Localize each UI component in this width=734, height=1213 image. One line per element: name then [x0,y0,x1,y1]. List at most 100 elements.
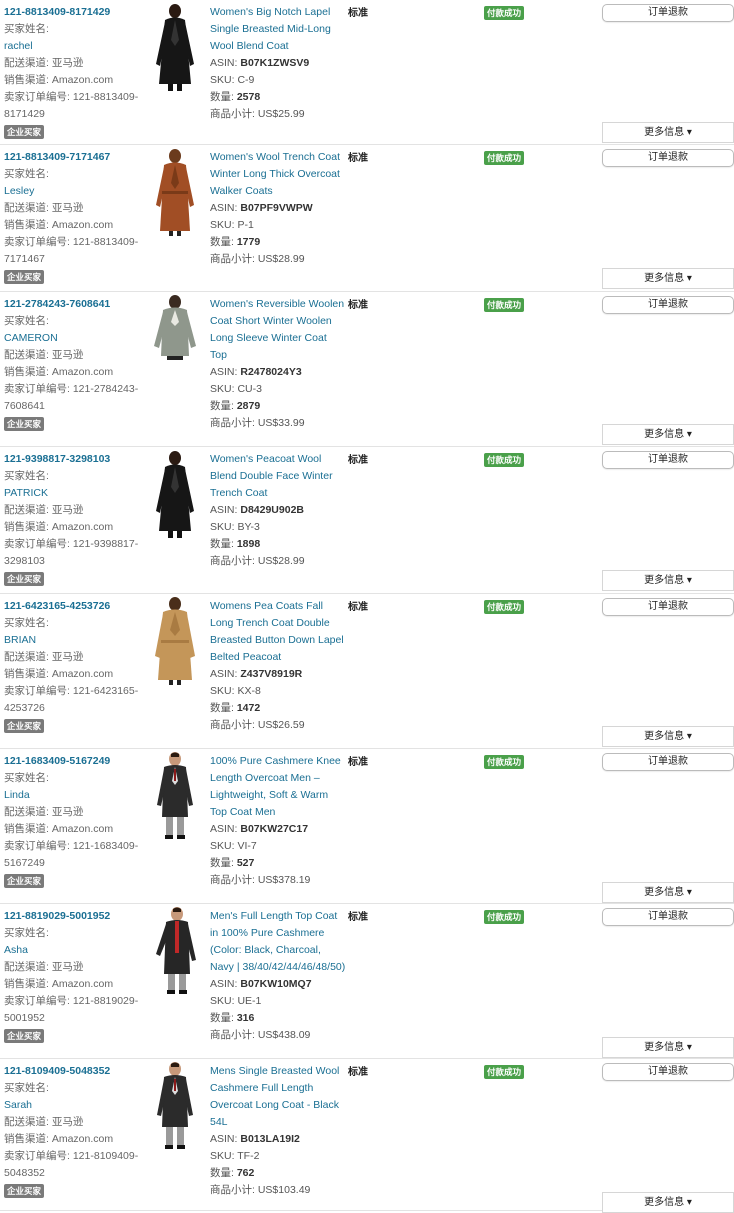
mens-coat-scarf-image[interactable] [150,906,200,996]
order-id-link[interactable]: 121-8813409-7171467 [4,149,144,166]
order-id-link[interactable]: 121-6423165-4253726 [4,598,144,615]
sku-value: BY-3 [237,521,260,533]
buyer-name[interactable]: Lesley [4,183,144,200]
brown-coat-image[interactable] [150,147,200,237]
business-buyer-badge: 企业买家 [4,270,45,284]
quantity-value: 316 [236,1012,255,1024]
buyer-name[interactable]: BRIAN [4,632,144,649]
seller-order-label: 卖家订单编号: [4,840,70,852]
more-info-button[interactable]: 更多信息 ▾ [602,1037,734,1058]
more-info-button[interactable]: 更多信息 ▾ [602,424,734,445]
seller-order-id-part2: 7171467 [4,253,45,265]
buyer-name[interactable]: rachel [4,38,144,55]
refund-order-button[interactable]: 订单退款 [602,296,734,314]
order-row: 121-8813409-7171467 买家姓名: Lesley 配送渠道: 亚… [0,145,734,292]
order-row: 121-8109409-5048352 买家姓名: Sarah 配送渠道: 亚马… [0,1059,734,1213]
shipping-service: 标准 [348,602,368,613]
fulfillment-channel: 配送渠道: 亚马逊 [4,651,84,663]
asin-value: D8429U902B [240,504,304,516]
buyer-name[interactable]: Linda [4,787,144,804]
quantity-value: 762 [236,1167,255,1179]
product-title-link[interactable]: 100% Pure Cashmere Knee Length Overcoat … [210,753,346,821]
quantity-label: 数量: [210,857,234,869]
quantity-value: 1779 [236,236,261,248]
buyer-name[interactable]: Sarah [4,1097,144,1114]
order-info: 121-8819029-5001952 买家姓名: Asha 配送渠道: 亚马逊… [4,908,144,1045]
buyer-name-label: 买家姓名: [4,1082,49,1094]
buyer-name-label: 买家姓名: [4,772,49,784]
seller-order-id-part1: 121-8813409- [72,91,139,103]
sku-value: CU-3 [237,383,262,395]
refund-order-button[interactable]: 订单退款 [602,753,734,771]
asin-value: B013LA19I2 [240,1133,300,1145]
refund-order-button[interactable]: 订单退款 [602,149,734,167]
more-info-button[interactable]: 更多信息 ▾ [602,882,734,903]
buyer-name[interactable]: Asha [4,942,144,959]
product-title-link[interactable]: Men's Full Length Top Coat in 100% Pure … [210,908,346,976]
product-title-link[interactable]: Women's Reversible Woolen Coat Short Win… [210,296,346,364]
order-info: 121-1683409-5167249 买家姓名: Linda 配送渠道: 亚马… [4,753,144,890]
more-info-button[interactable]: 更多信息 ▾ [602,726,734,747]
seller-order-id-part1: 121-9398817- [72,538,139,550]
shipping-service: 标准 [348,153,368,164]
more-info-button[interactable]: 更多信息 ▾ [602,570,734,591]
order-info: 121-8813409-8171429 买家姓名: rachel 配送渠道: 亚… [4,4,144,141]
order-id-link[interactable]: 121-1683409-5167249 [4,753,144,770]
order-info: 121-9398817-3298103 买家姓名: PATRICK 配送渠道: … [4,451,144,588]
refund-order-button[interactable]: 订单退款 [602,451,734,469]
order-id-link[interactable]: 121-8819029-5001952 [4,908,144,925]
refund-order-button[interactable]: 订单退款 [602,4,734,22]
refund-order-button[interactable]: 订单退款 [602,1063,734,1081]
shipping-service: 标准 [348,757,368,768]
subtotal-label: 商品小计: [210,874,255,886]
seller-order-id: 卖家订单编号: 121-8813409- 7171467 [4,234,144,268]
product-title-link[interactable]: Women's Peacoat Wool Blend Double Face W… [210,451,346,502]
refund-order-button[interactable]: 订单退款 [602,598,734,616]
sku-label: SKU: [210,383,235,395]
business-buyer-badge: 企业买家 [4,572,45,586]
black-coat-image[interactable] [150,2,200,92]
asin-label: ASIN: [210,202,238,214]
order-id-link[interactable]: 121-2784243-7608641 [4,296,144,313]
product-info: Men's Full Length Top Coat in 100% Pure … [210,908,346,1044]
seller-order-id: 卖家订单编号: 121-8109409- 5048352 [4,1148,144,1182]
more-info-button[interactable]: 更多信息 ▾ [602,122,734,143]
buyer-name-label: 买家姓名: [4,168,49,180]
asin-label: ASIN: [210,668,238,680]
product-title-link[interactable]: Womens Pea Coats Fall Long Trench Coat D… [210,598,346,666]
shipping-service: 标准 [348,300,368,311]
buyer-name-label: 买家姓名: [4,23,49,35]
sales-channel: 销售渠道: Amazon.com [4,366,114,378]
black-coat-image[interactable] [150,449,200,539]
subtotal-value: US$378.19 [257,874,311,886]
fulfillment-channel: 配送渠道: 亚马逊 [4,57,84,69]
payment-status-badge: 付款成功 [484,910,525,924]
sales-channel: 销售渠道: Amazon.com [4,1133,114,1145]
shipping-service: 标准 [348,8,368,19]
order-id-link[interactable]: 121-8109409-5048352 [4,1063,144,1080]
buyer-name[interactable]: CAMERON [4,330,144,347]
refund-order-button[interactable]: 订单退款 [602,908,734,926]
sku-value: TF-2 [237,1150,260,1162]
seller-order-id-part1: 121-8819029- [72,995,139,1007]
buyer-name[interactable]: PATRICK [4,485,144,502]
mens-coat-image[interactable] [150,1061,200,1151]
grey-coat-image[interactable] [150,294,200,384]
product-title-link[interactable]: Women's Wool Trench Coat Winter Long Thi… [210,149,346,200]
product-info: Mens Single Breasted Wool Cashmere Full … [210,1063,346,1199]
shipping-service: 标准 [348,1067,368,1078]
product-title-link[interactable]: Women's Big Notch Lapel Single Breasted … [210,4,346,55]
business-buyer-badge: 企业买家 [4,874,45,888]
more-info-button[interactable]: 更多信息 ▾ [602,1192,734,1213]
sales-channel: 销售渠道: Amazon.com [4,74,114,86]
mens-coat-image[interactable] [150,751,200,841]
order-id-link[interactable]: 121-9398817-3298103 [4,451,144,468]
order-id-link[interactable]: 121-8813409-8171429 [4,4,144,21]
product-title-link[interactable]: Mens Single Breasted Wool Cashmere Full … [210,1063,346,1131]
camel-coat-image[interactable] [150,596,200,686]
more-info-button[interactable]: 更多信息 ▾ [602,268,734,289]
seller-order-id-part2: 8171429 [4,108,45,120]
order-row: 121-2784243-7608641 买家姓名: CAMERON 配送渠道: … [0,292,734,447]
seller-order-label: 卖家订单编号: [4,1150,70,1162]
sku-label: SKU: [210,521,235,533]
